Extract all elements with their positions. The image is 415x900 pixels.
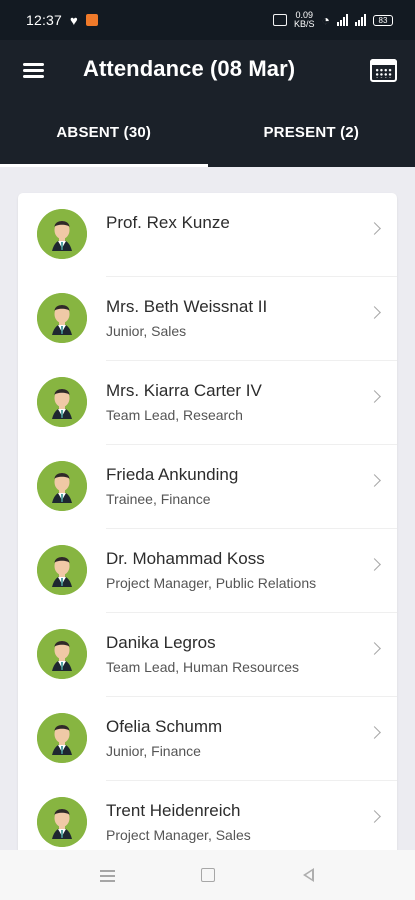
signal-icon	[337, 14, 348, 26]
calendar-icon-top	[370, 59, 397, 65]
attendance-list-area[interactable]: Prof. Rex Kunze Mrs. Beth Weissnat II Ju…	[0, 167, 415, 850]
chevron-right-icon	[368, 810, 381, 823]
employee-name: Danika Legros	[106, 633, 216, 652]
data-speed-bottom: KB/S	[294, 19, 315, 29]
employee-info: Ofelia Schumm Junior, Finance	[106, 717, 356, 759]
page-title: Attendance (08 Mar)	[83, 56, 296, 81]
app-bar: Attendance (08 Mar)	[0, 40, 415, 101]
avatar	[37, 209, 87, 259]
menu-icon-line	[23, 63, 44, 66]
employee-row[interactable]: Mrs. Kiarra Carter IV Team Lead, Researc…	[18, 361, 397, 445]
employee-name: Ofelia Schumm	[106, 717, 223, 736]
person-icon	[37, 545, 87, 595]
person-icon	[37, 209, 87, 259]
recent-apps-icon-line	[99, 870, 115, 872]
menu-icon-line	[23, 75, 44, 78]
employee-name: Trent Heidenreich	[106, 801, 241, 820]
employee-row[interactable]: Mrs. Beth Weissnat II Junior, Sales	[18, 277, 397, 361]
avatar	[37, 461, 87, 511]
avatar	[37, 713, 87, 763]
status-bar: 12:37 ♥ 0.09 KB/S ◔ 83	[0, 0, 415, 40]
employee-role: Team Lead, Human Resources	[106, 659, 299, 675]
signal-icon	[355, 14, 366, 26]
employee-role: Junior, Sales	[106, 323, 187, 339]
back-button[interactable]	[299, 866, 317, 884]
employee-name: Mrs. Kiarra Carter IV	[106, 381, 262, 400]
person-icon	[37, 713, 87, 763]
employee-info: Trent Heidenreich Project Manager, Sales	[106, 801, 356, 843]
chevron-right-icon	[368, 306, 381, 319]
employee-role: Trainee, Finance	[106, 491, 211, 507]
employee-name: Prof. Rex Kunze	[106, 213, 230, 232]
employee-list: Prof. Rex Kunze Mrs. Beth Weissnat II Ju…	[18, 193, 397, 850]
avatar	[37, 797, 87, 847]
status-time: 12:37	[26, 12, 63, 28]
avatar	[37, 377, 87, 427]
system-navigation-bar	[0, 850, 415, 900]
employee-name: Dr. Mohammad Koss	[106, 549, 265, 568]
recent-apps-icon-line	[99, 880, 115, 882]
employee-row[interactable]: Prof. Rex Kunze	[18, 193, 397, 277]
chevron-right-icon	[368, 558, 381, 571]
person-icon	[37, 377, 87, 427]
battery-indicator: 83	[373, 14, 393, 26]
alarm-icon	[273, 14, 288, 26]
attendance-tabs: ABSENT (30) PRESENT (2)	[0, 101, 415, 167]
recent-apps-icon-line	[99, 875, 115, 877]
employee-role: Team Lead, Research	[106, 407, 243, 423]
employee-row[interactable]: Trent Heidenreich Project Manager, Sales	[18, 781, 397, 850]
menu-icon-line	[23, 69, 44, 72]
person-icon	[37, 629, 87, 679]
tab-present[interactable]: PRESENT (2)	[208, 101, 415, 167]
employee-role: Project Manager, Sales	[106, 827, 251, 843]
chevron-right-icon	[368, 390, 381, 403]
heart-icon: ♥	[70, 12, 78, 28]
data-speed: 0.09 KB/S	[294, 11, 315, 29]
calendar-button[interactable]	[370, 57, 399, 84]
avatar	[37, 545, 87, 595]
chevron-right-icon	[368, 726, 381, 739]
person-icon	[37, 461, 87, 511]
employee-role: Junior, Finance	[106, 743, 201, 759]
chevron-right-icon	[368, 642, 381, 655]
chevron-right-icon	[368, 474, 381, 487]
status-right: 0.09 KB/S ◔ 83	[273, 11, 393, 29]
employee-info: Frieda Ankunding Trainee, Finance	[106, 465, 356, 507]
employee-row[interactable]: Danika Legros Team Lead, Human Resources	[18, 613, 397, 697]
employee-row[interactable]: Ofelia Schumm Junior, Finance	[18, 697, 397, 781]
avatar	[37, 293, 87, 343]
employee-info: Mrs. Kiarra Carter IV Team Lead, Researc…	[106, 381, 356, 423]
menu-button[interactable]	[20, 56, 48, 84]
employee-role: Project Manager, Public Relations	[106, 575, 317, 591]
employee-name: Frieda Ankunding	[106, 465, 239, 484]
calendar-icon-grid	[375, 68, 392, 78]
avatar	[37, 629, 87, 679]
employee-info: Danika Legros Team Lead, Human Resources	[106, 633, 356, 675]
employee-name: Mrs. Beth Weissnat II	[106, 297, 268, 316]
tab-absent[interactable]: ABSENT (30)	[0, 101, 208, 167]
person-icon	[37, 797, 87, 847]
wifi-icon: ◔	[321, 12, 330, 28]
person-icon	[37, 293, 87, 343]
employee-info: Mrs. Beth Weissnat II Junior, Sales	[106, 297, 356, 339]
status-left: 12:37 ♥	[26, 12, 98, 28]
employee-row[interactable]: Frieda Ankunding Trainee, Finance	[18, 445, 397, 529]
home-button[interactable]	[199, 866, 217, 884]
employee-info: Dr. Mohammad Koss Project Manager, Publi…	[106, 549, 356, 591]
recent-apps-button[interactable]	[99, 866, 117, 884]
app-notification-icon	[85, 14, 98, 26]
chevron-right-icon	[368, 222, 381, 235]
employee-info: Prof. Rex Kunze	[106, 213, 356, 239]
employee-row[interactable]: Dr. Mohammad Koss Project Manager, Publi…	[18, 529, 397, 613]
